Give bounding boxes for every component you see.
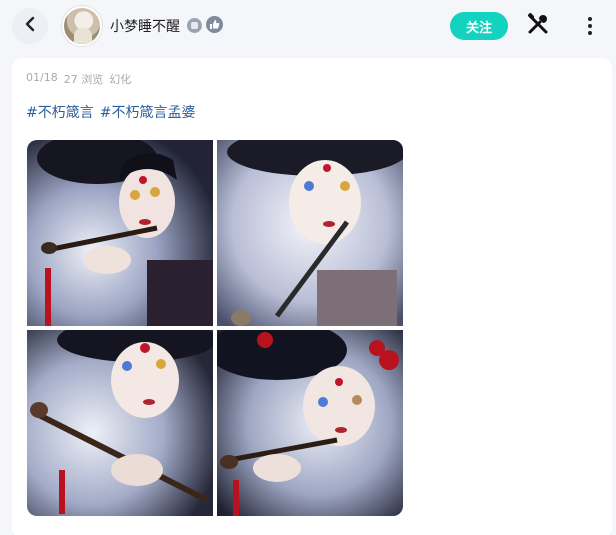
more-vertical-icon xyxy=(588,17,592,21)
post-card: 01/18 27 浏览 幻化 #不朽箴言 #不朽箴言孟婆 xyxy=(12,58,612,535)
post-meta: 01/18 27 浏览 幻化 xyxy=(26,71,131,87)
post-image[interactable] xyxy=(27,330,213,516)
chevron-left-icon xyxy=(22,16,38,36)
tag-link[interactable]: #不朽箴言孟婆 xyxy=(100,102,196,122)
post-image[interactable] xyxy=(27,140,213,326)
follow-button[interactable]: 关注 xyxy=(450,12,508,40)
image-grid xyxy=(27,140,404,518)
top-bar: 小梦睡不醒 关注 xyxy=(0,0,616,52)
tools-button[interactable] xyxy=(524,12,552,40)
post-date: 01/18 xyxy=(26,71,58,84)
username[interactable]: 小梦睡不醒 xyxy=(110,16,180,36)
like-badge-icon xyxy=(206,16,223,33)
verified-badge-icon xyxy=(187,18,202,33)
tools-icon xyxy=(526,12,550,40)
tag-link[interactable]: #不朽箴言 xyxy=(26,102,94,122)
post-views: 27 浏览 xyxy=(63,73,104,86)
tag-list: #不朽箴言 #不朽箴言孟婆 xyxy=(26,102,195,122)
post-image[interactable] xyxy=(217,140,403,326)
back-button[interactable] xyxy=(12,8,48,44)
avatar[interactable] xyxy=(62,6,102,46)
more-button[interactable] xyxy=(578,12,602,40)
post-category[interactable]: 幻化 xyxy=(109,71,131,87)
post-image[interactable] xyxy=(217,330,403,516)
